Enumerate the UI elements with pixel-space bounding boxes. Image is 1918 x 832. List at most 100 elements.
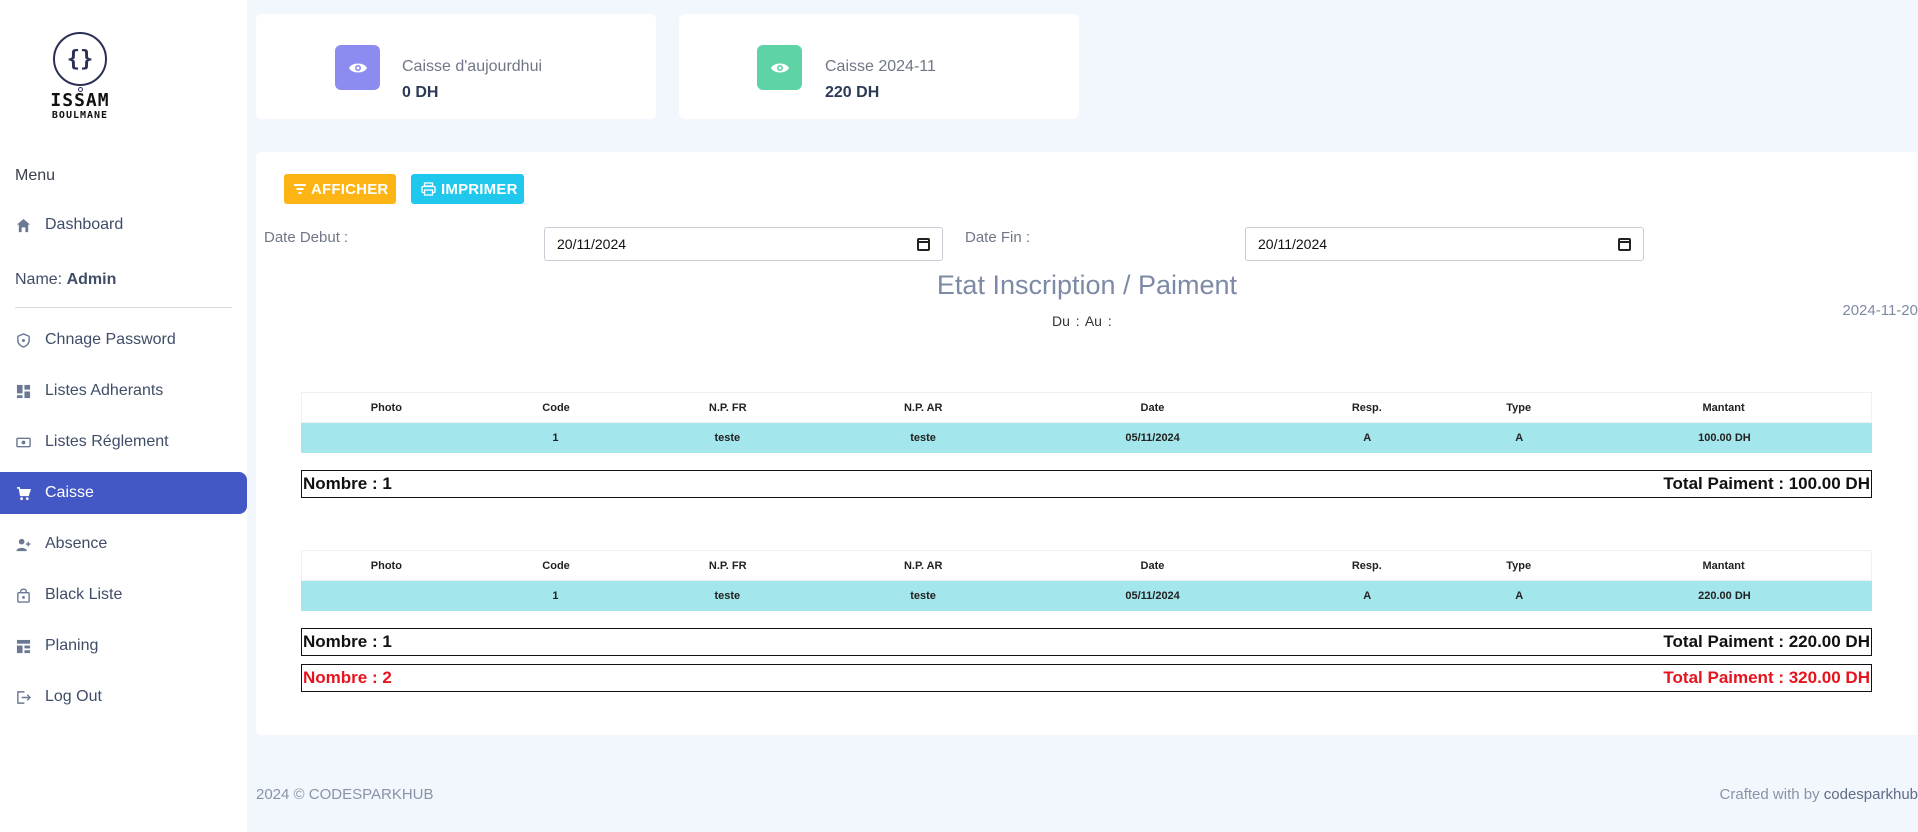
stat-card-today: Caisse d'aujourdhui 0 DH	[256, 14, 656, 119]
user-name-row: Name: Admin	[15, 271, 116, 289]
col-type: Type	[1506, 559, 1532, 572]
grid-icon	[15, 383, 31, 399]
sidebar-item-label: Listes Réglement	[45, 433, 169, 450]
sidebar-item-absence[interactable]: Absence	[0, 523, 247, 565]
sidebar-item-label: Dashboard	[45, 216, 124, 233]
du-label: Du :	[1052, 313, 1080, 329]
sidebar-item-caisse[interactable]: Caisse	[0, 472, 247, 514]
report-title: Etat Inscription / Paiment	[936, 270, 1238, 300]
grand-total-amount: Total Paiment : 320.00 DH	[1663, 668, 1870, 687]
sidebar-item-planing[interactable]: Planing	[0, 625, 247, 667]
sidebar-item-dashboard[interactable]: Dashboard	[0, 204, 247, 246]
logo[interactable]: {} ISSAM BOULMANE	[38, 32, 122, 122]
col-np-fr: N.P. FR	[708, 401, 747, 414]
col-np-ar: N.P. AR	[903, 559, 943, 572]
money-icon	[15, 434, 31, 450]
stat-card-label: Caisse 2024-11	[825, 58, 936, 75]
calendar-icon[interactable]	[917, 237, 930, 251]
sidebar-item-label: Chnage Password	[45, 331, 176, 348]
sidebar-item-change-password[interactable]: Chnage Password	[0, 319, 247, 361]
sidebar-item-listes-adherants[interactable]: Listes Adherants	[0, 370, 247, 412]
logo-symbol: {}	[66, 46, 94, 72]
col-code: Code	[542, 559, 570, 572]
cell-np-ar: teste	[910, 590, 936, 602]
sidebar-item-listes-reglement[interactable]: Listes Réglement	[0, 421, 247, 463]
footer-brand-link[interactable]: codesparkhub	[1824, 786, 1918, 803]
imprimer-button[interactable]: IMPRIMER	[411, 174, 524, 204]
printer-icon	[421, 182, 436, 196]
logout-icon	[15, 689, 31, 705]
sidebar-item-label: Caisse	[45, 484, 94, 501]
sidebar-divider	[15, 307, 232, 308]
col-resp: Resp.	[1351, 401, 1382, 414]
cell-resp: A	[1363, 432, 1372, 444]
layout-icon	[15, 638, 31, 654]
report-period: Du : Au :	[1052, 313, 1112, 329]
afficher-label: AFFICHER	[311, 180, 389, 198]
date-debut-input[interactable]: 20/11/2024	[544, 227, 943, 261]
cell-np-fr: teste	[714, 432, 741, 444]
calendar-icon[interactable]	[1618, 237, 1631, 251]
summary-count: Nombre : 1	[303, 632, 392, 651]
table-row[interactable]: 1 teste teste 05/11/2024 A A 100.00 DH	[301, 423, 1872, 453]
cell-type: A	[1515, 590, 1524, 602]
stat-card-label: Caisse d'aujourdhui	[402, 58, 543, 75]
user-plus-icon	[15, 536, 31, 552]
cell-mantant: 100.00 DH	[1698, 432, 1751, 444]
sidebar-item-label: Listes Adherants	[45, 382, 164, 399]
home-icon	[15, 217, 31, 233]
sidebar-item-black-liste[interactable]: Black Liste	[0, 574, 247, 616]
report-panel: AFFICHER IMPRIMER Date Debut : 20/11/202…	[256, 152, 1918, 735]
table-header-row: Photo Code N.P. FR N.P. AR Date Resp. Ty…	[301, 392, 1872, 423]
summary-total: Total Paiment : 220.00 DH	[1663, 632, 1870, 651]
table-row[interactable]: 1 teste teste 05/11/2024 A A 220.00 DH	[301, 581, 1872, 611]
col-code: Code	[542, 401, 570, 414]
filter-icon	[294, 184, 306, 194]
payments-table-1: Photo Code N.P. FR N.P. AR Date Resp. Ty…	[301, 392, 1872, 453]
cell-np-fr: teste	[714, 590, 741, 602]
sidebar: {} ISSAM BOULMANE Menu Dashboard Name: A…	[0, 0, 247, 832]
logo-line2: BOULMANE	[51, 110, 109, 121]
col-type: Type	[1506, 401, 1532, 414]
summary-total: Total Paiment : 100.00 DH	[1663, 474, 1870, 493]
stat-card-value: 0 DH	[402, 84, 439, 101]
footer-copyright: 2024 © CODESPARKHUB	[256, 786, 434, 803]
lock-bag-icon	[15, 587, 31, 603]
date-fin-input[interactable]: 20/11/2024	[1245, 227, 1644, 261]
cell-np-ar: teste	[910, 432, 936, 444]
col-date: Date	[1140, 401, 1165, 414]
col-mantant: Mantant	[1702, 559, 1745, 572]
grand-total-count: Nombre : 2	[303, 668, 392, 687]
cell-date: 05/11/2024	[1125, 590, 1180, 602]
date-debut-label: Date Debut :	[264, 229, 349, 246]
cell-mantant: 220.00 DH	[1698, 590, 1751, 602]
au-label: Au :	[1084, 313, 1112, 329]
summary-count: Nombre : 1	[303, 474, 392, 493]
col-photo: Photo	[370, 401, 402, 414]
col-np-fr: N.P. FR	[708, 559, 747, 572]
sidebar-item-log-out[interactable]: Log Out	[0, 676, 247, 718]
afficher-button[interactable]: AFFICHER	[284, 174, 396, 204]
shield-icon	[15, 332, 31, 348]
cell-date: 05/11/2024	[1125, 432, 1180, 444]
date-debut-value: 20/11/2024	[557, 236, 627, 252]
eye-icon	[757, 45, 802, 90]
sidebar-item-label: Black Liste	[45, 586, 123, 603]
footer-crafted-prefix: Crafted with by	[1719, 786, 1820, 803]
menu-label: Menu	[15, 167, 56, 184]
date-fin-label: Date Fin :	[965, 229, 1031, 246]
name-value: Admin	[66, 271, 117, 288]
sidebar-item-label: Planing	[45, 637, 99, 654]
eye-icon	[335, 45, 380, 90]
summary-table-2: Nombre : 1 Total Paiment : 220.00 DH	[301, 628, 1872, 656]
stat-card-month: Caisse 2024-11 220 DH	[679, 14, 1079, 119]
col-resp: Resp.	[1351, 559, 1382, 572]
col-np-ar: N.P. AR	[903, 401, 943, 414]
col-photo: Photo	[370, 559, 402, 572]
table-header-row: Photo Code N.P. FR N.P. AR Date Resp. Ty…	[301, 550, 1872, 581]
grand-total-summary: Nombre : 2 Total Paiment : 320.00 DH	[301, 664, 1872, 692]
report-date: 2024-11-20	[1842, 302, 1918, 319]
logo-braces-icon: {}	[53, 32, 107, 86]
logo-line1: ISSAM	[50, 90, 110, 111]
cell-resp: A	[1363, 590, 1372, 602]
